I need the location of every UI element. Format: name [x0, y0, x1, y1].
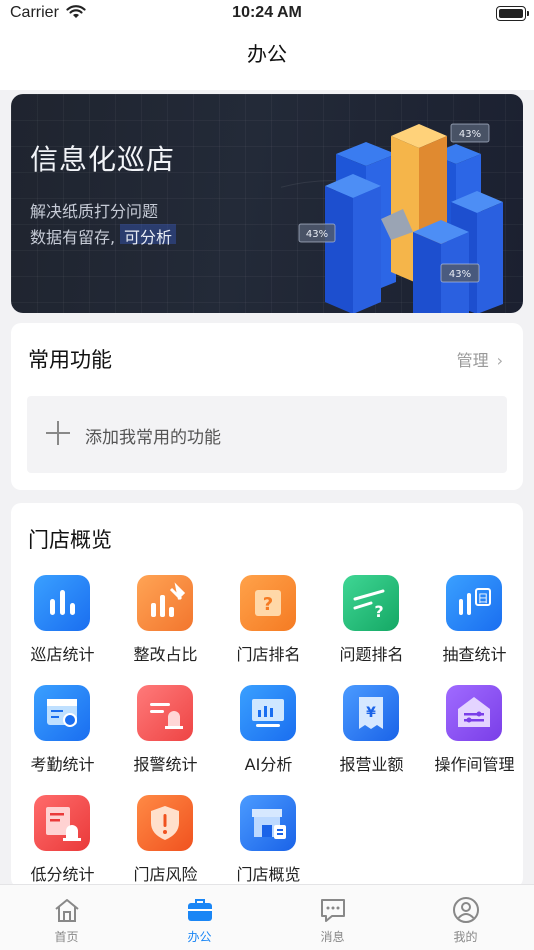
page-title: 办公	[247, 42, 287, 66]
svg-text:¥: ¥	[366, 705, 376, 721]
tab-messages[interactable]: 消息	[266, 885, 399, 950]
low-score-bell-icon	[34, 795, 90, 851]
banner-highlight: 可分析	[120, 224, 177, 247]
grid-item-rectify-ratio[interactable]: 整改占比	[114, 573, 217, 673]
calendar-chart-icon: 日	[446, 575, 502, 631]
risk-shield-icon	[137, 795, 193, 851]
status-bar: Carrier 10:24 AM	[0, 0, 534, 30]
grid-item-label: 门店概览	[236, 865, 301, 884]
grid-item-spot-check-stats[interactable]: 日 抽查统计	[423, 573, 526, 673]
home-icon	[52, 895, 82, 925]
tab-label: 办公	[187, 930, 212, 944]
banner-badge-1: 43%	[459, 129, 481, 140]
alarm-icon	[137, 685, 193, 741]
common-functions-title: 常用功能	[28, 348, 112, 372]
bar-cubes-illustration: 43% 43% 43%	[281, 123, 503, 313]
clock-time: 10:24 AM	[232, 4, 302, 21]
grid-item-label: 考勤统计	[30, 755, 95, 774]
banner-badge-3: 43%	[449, 269, 471, 280]
ai-monitor-icon	[240, 685, 296, 741]
grid-item-attendance-stats[interactable]: 考勤统计	[11, 683, 114, 783]
store-overview-title: 门店概览	[28, 528, 112, 552]
question-box-icon: ?	[240, 575, 296, 631]
add-common-function-label: 添加我常用的功能	[85, 428, 221, 448]
grid-item-label: 门店排名	[236, 645, 301, 664]
svg-text:?: ?	[374, 602, 383, 621]
grid-item-store-overview[interactable]: 门店概览	[217, 793, 320, 893]
tab-office[interactable]: 办公	[133, 885, 266, 950]
banner-badge-2: 43%	[306, 229, 328, 240]
tab-profile[interactable]: 我的	[399, 885, 532, 950]
grid-item-label: AI分析	[244, 755, 293, 774]
bar-chart-icon	[34, 575, 90, 631]
svg-text:?: ?	[263, 594, 273, 615]
tab-home[interactable]: 首页	[0, 885, 133, 950]
manage-label: 管理	[456, 351, 489, 370]
grid-item-issue-ranking[interactable]: ? 问题排名	[320, 573, 423, 673]
bottom-tab-bar: 首页 办公 消息 我的	[0, 884, 534, 950]
add-common-function-button[interactable]: 添加我常用的功能	[27, 396, 507, 473]
chevron-right-icon: ›	[496, 351, 503, 370]
grid-item-label: 巡店统计	[30, 645, 95, 664]
banner-subtitle-line1: 解决纸质打分问题	[30, 202, 159, 221]
manage-link[interactable]: 管理 ›	[457, 347, 503, 371]
grid-item-label: 操作间管理	[434, 755, 515, 774]
grid-item-label: 门店风险	[133, 865, 198, 884]
grid-item-label: 整改占比	[133, 645, 198, 664]
grid-item-report-turnover[interactable]: ¥ 报营业额	[320, 683, 423, 783]
tab-label: 首页	[54, 930, 79, 944]
tools-chart-icon	[137, 575, 193, 631]
promo-banner[interactable]: 信息化巡店 解决纸质打分问题 数据有留存, 可分析 43% 43% 43%	[11, 94, 523, 313]
tab-label: 消息	[320, 930, 345, 944]
store-front-icon	[240, 795, 296, 851]
grid-item-patrol-stats[interactable]: 巡店统计	[11, 573, 114, 673]
navigation-bar: 办公	[0, 30, 534, 90]
trend-question-icon: ?	[343, 575, 399, 631]
profile-icon	[451, 895, 481, 925]
banner-subtitle-line2: 数据有留存,	[30, 228, 116, 247]
common-functions-card: 常用功能 管理 › 添加我常用的功能	[11, 323, 523, 490]
yuan-receipt-icon: ¥	[343, 685, 399, 741]
grid-item-label: 抽查统计	[442, 645, 507, 664]
banner-title: 信息化巡店	[30, 143, 176, 176]
attendance-calendar-icon	[34, 685, 90, 741]
grid-item-label: 低分统计	[30, 865, 95, 884]
grid-item-label: 问题排名	[339, 645, 404, 664]
grid-item-ai-analysis[interactable]: AI分析	[217, 683, 320, 783]
grid-item-low-score-stats[interactable]: 低分统计	[11, 793, 114, 893]
kitchen-house-icon	[446, 685, 502, 741]
svg-text:日: 日	[478, 592, 489, 605]
grid-item-store-ranking[interactable]: ? 门店排名	[217, 573, 320, 673]
grid-item-alarm-stats[interactable]: 报警统计	[114, 683, 217, 783]
grid-item-store-risk[interactable]: 门店风险	[114, 793, 217, 893]
grid-item-kitchen-management[interactable]: 操作间管理	[423, 683, 526, 783]
grid-item-label: 报营业额	[339, 755, 404, 774]
store-overview-card: 门店概览 巡店统计 整改占比 ? 门店排名 ? 问题排名 日 抽查统计 考勤统计…	[11, 503, 523, 888]
message-icon	[318, 895, 348, 925]
briefcase-icon	[185, 895, 215, 925]
grid-item-label: 报警统计	[133, 755, 198, 774]
tab-label: 我的	[453, 930, 478, 944]
plus-icon	[45, 420, 71, 446]
battery-icon	[496, 6, 529, 21]
